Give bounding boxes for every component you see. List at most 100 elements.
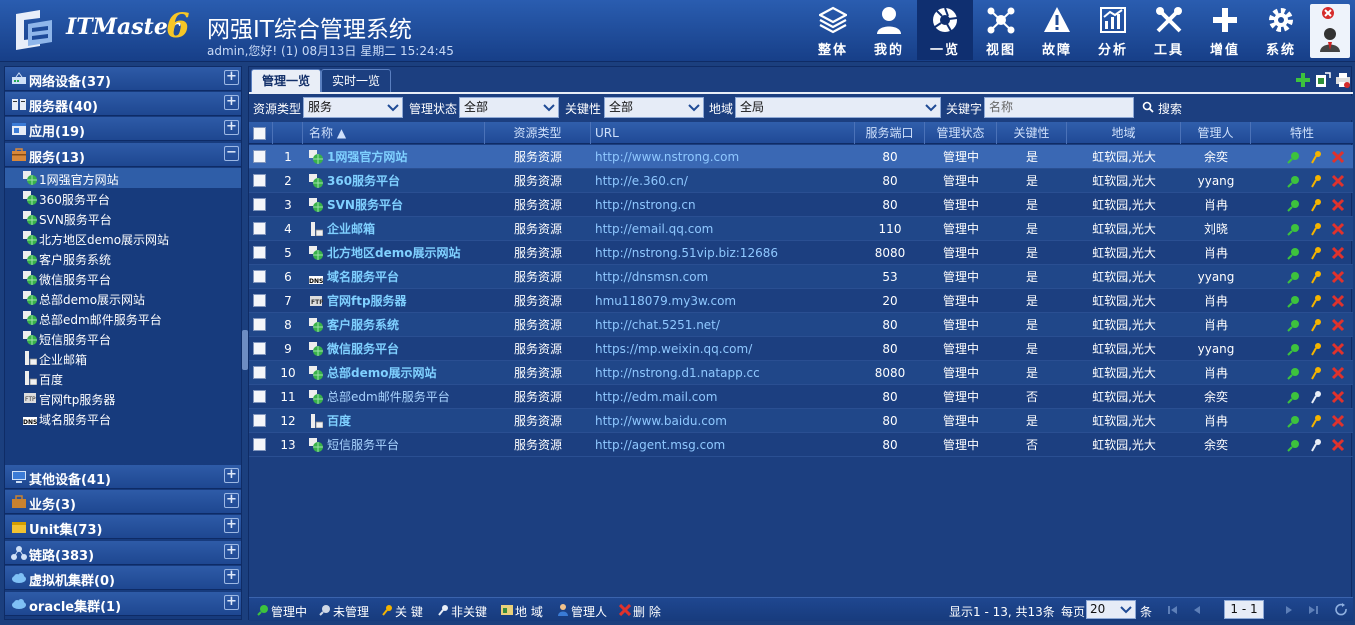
key-icon[interactable] bbox=[1309, 318, 1323, 332]
key-icon[interactable] bbox=[1309, 174, 1323, 188]
key-icon[interactable] bbox=[1309, 270, 1323, 284]
delete-icon[interactable] bbox=[1331, 150, 1345, 164]
delete-icon[interactable] bbox=[1331, 174, 1345, 188]
expand-icon[interactable]: + bbox=[224, 569, 239, 584]
table-row[interactable]: 7 FTP 官网ftp服务器 服务资源 hmu118079.my3w.com 20 管理中 是… bbox=[249, 289, 1353, 313]
table-row[interactable]: 10 总部demo展示网站 服务资源 http://nstrong.d1.natapp… bbox=[249, 361, 1353, 385]
admin-avatar-icon[interactable] bbox=[1318, 26, 1342, 52]
delete-icon[interactable] bbox=[1331, 414, 1345, 428]
table-row[interactable]: 1 1网强官方网站 服务资源 http://www.nstrong.com 80 管理中 是… bbox=[249, 145, 1353, 169]
sidebar-group-service[interactable]: 服务(13) − bbox=[5, 143, 241, 167]
first-page-icon[interactable] bbox=[1167, 604, 1179, 616]
manage-icon[interactable] bbox=[1287, 294, 1301, 308]
key-icon[interactable] bbox=[1309, 222, 1323, 236]
sidebar-service-item[interactable]: 360服务平台 bbox=[5, 188, 241, 208]
manage-icon[interactable] bbox=[1287, 174, 1301, 188]
user-corner[interactable] bbox=[1310, 4, 1350, 58]
nav-list[interactable]: 一览 bbox=[917, 0, 973, 60]
expand-icon[interactable]: + bbox=[224, 493, 239, 508]
table-row[interactable]: 8 客户服务系统 服务资源 http://chat.5251.net/80 管理中 是 虹软… bbox=[249, 313, 1353, 337]
delete-icon[interactable] bbox=[1331, 342, 1345, 356]
row-name-link[interactable]: 1网强官方网站 bbox=[303, 145, 485, 169]
manage-icon[interactable] bbox=[1287, 246, 1301, 260]
row-name-link[interactable]: 微信服务平台 bbox=[303, 337, 485, 361]
manage-icon[interactable] bbox=[1287, 438, 1301, 452]
select-all-cell[interactable] bbox=[249, 122, 273, 144]
expand-icon[interactable]: + bbox=[224, 544, 239, 559]
manage-icon[interactable] bbox=[1287, 342, 1301, 356]
key-icon[interactable] bbox=[1309, 342, 1323, 356]
column-header-critical[interactable]: 关键性 bbox=[997, 122, 1067, 144]
sidebar-group-oracle-cluster[interactable]: oracle集群(1) + bbox=[5, 592, 241, 616]
sidebar-group-business[interactable]: 业务(3) + bbox=[5, 490, 241, 514]
manage-icon[interactable] bbox=[1287, 198, 1301, 212]
row-checkbox[interactable] bbox=[253, 438, 266, 451]
row-checkbox[interactable] bbox=[253, 150, 266, 163]
row-checkbox[interactable] bbox=[253, 390, 266, 403]
row-checkbox[interactable] bbox=[253, 366, 266, 379]
delete-icon[interactable] bbox=[1331, 318, 1345, 332]
delete-icon[interactable] bbox=[1331, 222, 1345, 236]
row-name-link[interactable]: 总部edm邮件服务平台 bbox=[303, 385, 485, 409]
manage-icon[interactable] bbox=[1287, 150, 1301, 164]
expand-icon[interactable]: + bbox=[224, 120, 239, 135]
nav-overview[interactable]: 整体 bbox=[805, 0, 861, 60]
table-row[interactable]: 5 北方地区demo展示网站 服务资源 http://nstrong.51vip.bi… bbox=[249, 241, 1353, 265]
row-name-link[interactable]: 客户服务系统 bbox=[303, 313, 485, 337]
row-name-link[interactable]: SVN服务平台 bbox=[303, 193, 485, 217]
expand-icon[interactable]: + bbox=[224, 468, 239, 483]
sidebar-service-item[interactable]: 微信服务平台 bbox=[5, 268, 241, 288]
page-number-input[interactable]: 1 - 1 bbox=[1224, 600, 1264, 619]
nav-tools[interactable]: 工具 bbox=[1141, 0, 1197, 60]
expand-icon[interactable]: + bbox=[224, 595, 239, 610]
sidebar-service-item[interactable]: 1网强官方网站 bbox=[5, 168, 241, 188]
table-row[interactable]: 12 百度 服务资源 http://www.baidu.com 80 管理中 是 虹软园,光大… bbox=[249, 409, 1353, 433]
column-header-type[interactable]: 资源类型 bbox=[485, 122, 591, 144]
delete-icon[interactable] bbox=[1331, 198, 1345, 212]
row-name-link[interactable]: 360服务平台 bbox=[303, 169, 485, 193]
manage-icon[interactable] bbox=[1287, 318, 1301, 332]
sidebar-service-item[interactable]: 短信服务平台 bbox=[5, 328, 241, 348]
manage-icon[interactable] bbox=[1287, 366, 1301, 380]
sidebar-service-item[interactable]: SVN服务平台 bbox=[5, 208, 241, 228]
sidebar-group-application[interactable]: 应用(19) + bbox=[5, 117, 241, 141]
manage-icon[interactable] bbox=[1287, 270, 1301, 284]
column-header-url[interactable]: URL bbox=[591, 122, 855, 144]
row-checkbox[interactable] bbox=[253, 198, 266, 211]
sidebar-service-item[interactable]: 企业邮箱 bbox=[5, 348, 241, 368]
manage-icon[interactable] bbox=[1287, 222, 1301, 236]
delete-icon[interactable] bbox=[1331, 294, 1345, 308]
tab-management-overview[interactable]: 管理一览 bbox=[251, 69, 322, 93]
keyword-input[interactable]: 名称 bbox=[984, 97, 1134, 118]
region-select[interactable]: 全局 bbox=[735, 97, 941, 118]
sidebar-group-unit[interactable]: Unit集(73) + bbox=[5, 515, 241, 539]
prev-page-icon[interactable] bbox=[1191, 604, 1203, 616]
row-name-link[interactable]: 北方地区demo展示网站 bbox=[303, 241, 485, 265]
column-header-port[interactable]: 服务端口 bbox=[855, 122, 925, 144]
row-name-link[interactable]: DNS 域名服务平台 bbox=[303, 265, 485, 289]
print-icon[interactable] bbox=[1335, 72, 1351, 88]
critical-select[interactable]: 全部 bbox=[604, 97, 704, 118]
key-icon[interactable] bbox=[1309, 438, 1323, 452]
table-row[interactable]: 2 360服务平台 服务资源 http://e.360.cn/80 管理中 是 虹软园,光大… bbox=[249, 169, 1353, 193]
manage-icon[interactable] bbox=[1287, 390, 1301, 404]
row-checkbox[interactable] bbox=[253, 414, 266, 427]
delete-icon[interactable] bbox=[1331, 246, 1345, 260]
sidebar-group-network[interactable]: 网络设备(37) + bbox=[5, 67, 241, 91]
last-page-icon[interactable] bbox=[1307, 604, 1319, 616]
row-checkbox[interactable] bbox=[253, 246, 266, 259]
key-icon[interactable] bbox=[1309, 198, 1323, 212]
row-name-link[interactable]: 总部demo展示网站 bbox=[303, 361, 485, 385]
row-checkbox[interactable] bbox=[253, 222, 266, 235]
sidebar-service-item[interactable]: 百度 bbox=[5, 368, 241, 388]
nav-view[interactable]: 视图 bbox=[973, 0, 1029, 60]
sidebar-group-vm-cluster[interactable]: 虚拟机集群(0) + bbox=[5, 566, 241, 590]
row-checkbox[interactable] bbox=[253, 342, 266, 355]
tab-realtime-overview[interactable]: 实时一览 bbox=[321, 69, 392, 93]
key-icon[interactable] bbox=[1309, 294, 1323, 308]
expand-icon[interactable]: + bbox=[224, 95, 239, 110]
expand-icon[interactable]: + bbox=[224, 70, 239, 85]
row-name-link[interactable]: 百度 bbox=[303, 409, 485, 433]
row-checkbox[interactable] bbox=[253, 174, 266, 187]
row-checkbox[interactable] bbox=[253, 294, 266, 307]
